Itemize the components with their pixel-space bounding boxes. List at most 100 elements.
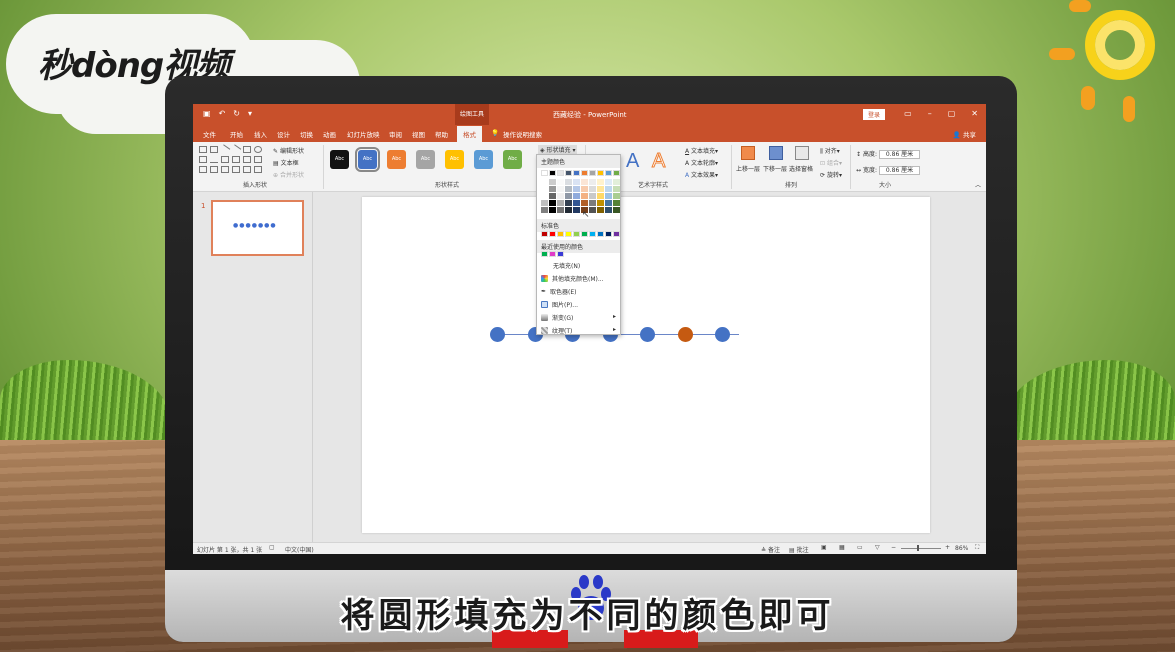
theme-shade-swatch[interactable] [565,207,572,213]
normal-view-icon[interactable]: ▣ [821,544,827,551]
theme-shade-swatch[interactable] [613,193,620,199]
texture-item[interactable]: 纹理(T) [541,326,572,335]
theme-shade-swatch[interactable] [613,207,620,213]
theme-color-swatch[interactable] [605,170,612,176]
ribbon-display-icon[interactable]: ▭ [904,109,912,118]
curve-icon[interactable] [221,166,229,173]
slideshow-icon[interactable]: ▽ [875,544,880,551]
wordart-style-orange-outline[interactable]: A [651,150,665,173]
gradient-item[interactable]: 渐变(G) [541,313,573,322]
tab-animations[interactable]: 动画 [323,129,336,139]
theme-shade-swatch[interactable] [597,207,604,213]
arrow-line-icon[interactable] [230,144,242,155]
theme-shade-swatch[interactable] [565,186,572,192]
login-button[interactable]: 登录 [863,109,886,120]
eyedropper-item[interactable]: ✒ 取色器(E) [541,287,577,296]
zoom-in-button[interactable]: + [945,544,950,551]
theme-shade-swatch[interactable] [605,200,612,206]
theme-shade-swatch[interactable] [597,179,604,185]
selection-pane-button[interactable]: 选择窗格 [789,164,813,173]
theme-color-swatch[interactable] [581,170,588,176]
tab-help[interactable]: 帮助 [435,129,448,139]
save-icon[interactable]: ▣ [203,109,211,118]
fit-slide-icon[interactable]: ⛶ [975,544,979,552]
theme-shade-swatch[interactable] [581,179,588,185]
width-field[interactable]: ↔ 宽度: 0.86 厘米 [856,165,921,175]
theme-shade-swatch[interactable] [573,200,580,206]
circle-shape[interactable] [715,327,730,342]
theme-shade-swatch[interactable] [581,193,588,199]
theme-shade-swatch[interactable] [589,207,596,213]
standard-color-swatch[interactable] [589,231,596,237]
rotate-button[interactable]: ⟳ 旋转▾ [820,170,842,179]
brace-icon[interactable] [232,166,240,173]
connector-icon[interactable] [232,156,240,163]
theme-shade-swatch[interactable] [557,179,564,185]
tab-insert[interactable]: 插入 [254,129,267,139]
share-button[interactable]: 👤 共享 [953,129,976,139]
standard-color-swatch[interactable] [565,231,572,237]
theme-shade-swatch[interactable] [613,179,620,185]
standard-color-swatch[interactable] [581,231,588,237]
recent-color-swatch[interactable] [549,251,556,257]
theme-color-swatch[interactable] [589,170,596,176]
theme-shade-swatch[interactable] [557,207,564,213]
theme-color-swatch[interactable] [613,170,620,176]
customize-icon[interactable]: ▾ [248,109,252,118]
shape-text-icon[interactable] [199,146,207,153]
shape-style-swatch[interactable]: Abc [387,150,406,169]
theme-shade-swatch[interactable] [549,193,556,199]
theme-shade-swatch[interactable] [541,200,548,206]
spellcheck-icon[interactable]: ▢ [269,544,275,551]
arrow-right-icon[interactable] [243,156,251,163]
theme-shade-swatch[interactable] [573,193,580,199]
tab-review[interactable]: 审阅 [389,129,402,139]
theme-shade-swatch[interactable] [573,179,580,185]
zoom-level[interactable]: 86% [955,545,968,552]
no-fill-item[interactable]: 无填充(N) [553,261,580,270]
standard-color-swatch[interactable] [573,231,580,237]
theme-shade-swatch[interactable] [597,200,604,206]
theme-shade-swatch[interactable] [589,193,596,199]
reading-view-icon[interactable]: ▭ [857,544,863,551]
notes-button[interactable]: ≜ 备注 [761,545,780,554]
theme-shade-swatch[interactable] [541,186,548,192]
align-button[interactable]: ⫼ 对齐▾ [820,146,840,156]
slide-canvas[interactable] [362,197,930,533]
recent-color-swatch[interactable] [557,251,564,257]
tab-view[interactable]: 视图 [412,129,425,139]
theme-shade-swatch[interactable] [541,193,548,199]
text-outline-button[interactable]: A 文本轮廓▾ [685,158,718,167]
theme-color-swatch[interactable] [541,170,548,176]
more-fill-colors-item[interactable]: 其他填充颜色(M)... [541,274,604,283]
line-icon[interactable] [219,144,231,155]
shape-fill-button[interactable]: ◈ 形状填充 ▾ [538,145,578,154]
text-effects-button[interactable]: A 文本效果▾ [685,170,718,179]
theme-color-swatch[interactable] [557,170,564,176]
tab-slideshow[interactable]: 幻灯片放映 [347,129,380,139]
selection-pane-icon[interactable] [795,146,809,160]
theme-shade-swatch[interactable] [549,186,556,192]
standard-color-swatch[interactable] [557,231,564,237]
theme-shade-swatch[interactable] [557,193,564,199]
shape-style-swatch[interactable]: Abc [503,150,522,169]
shape-text-icon[interactable] [210,146,218,153]
maximize-icon[interactable]: ▢ [948,109,956,118]
minimize-icon[interactable]: – [928,109,932,118]
group-button[interactable]: ⊡ 组合▾ [820,158,842,167]
tab-format[interactable]: 格式 [457,126,482,142]
circle-shape[interactable] [677,327,693,342]
standard-color-swatch[interactable] [549,231,556,237]
merge-shapes-button[interactable]: ⊕ 合并形状 [273,170,304,179]
send-backward-icon[interactable] [769,146,783,160]
theme-color-swatch[interactable] [565,170,572,176]
theme-shade-swatch[interactable] [613,200,620,206]
standard-color-swatch[interactable] [613,231,620,237]
theme-shade-swatch[interactable] [549,207,556,213]
tell-me-search[interactable]: 操作说明搜索 [503,129,542,139]
picture-item[interactable]: 图片(P)... [541,300,578,309]
brace-icon[interactable] [243,166,251,173]
edit-shape-button[interactable]: ✎ 编辑形状 [273,146,304,155]
oval-icon[interactable] [254,146,262,153]
shape-style-swatch[interactable]: Abc [474,150,493,169]
